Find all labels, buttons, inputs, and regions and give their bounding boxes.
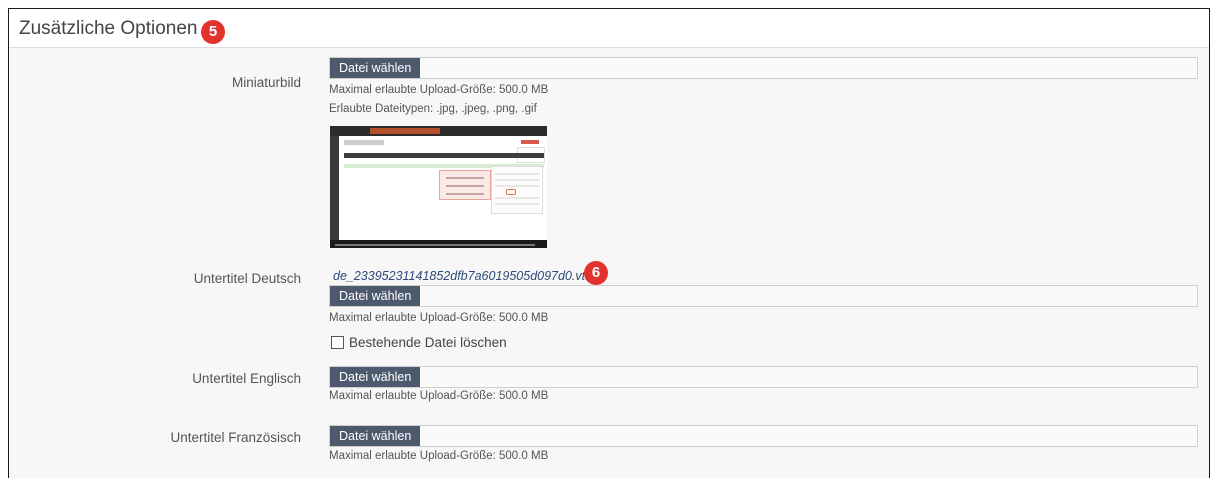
- subtitle-fr-choose-file-button[interactable]: Datei wählen: [330, 426, 421, 446]
- subtitle-en-label: Untertitel Englisch: [192, 371, 301, 386]
- section-title: Zusätzliche Optionen: [19, 18, 198, 39]
- subtitle-de-choose-file-button[interactable]: Datei wählen: [330, 286, 421, 306]
- subtitle-de-file-picker[interactable]: Datei wählen: [329, 285, 1198, 307]
- section-header: Zusätzliche Optionen 5: [9, 9, 1209, 48]
- subtitle-fr-label: Untertitel Französisch: [170, 430, 301, 445]
- additional-options-panel: Zusätzliche Optionen 5 Miniaturbild Date…: [8, 8, 1210, 478]
- delete-existing-file-checkbox[interactable]: [331, 336, 344, 349]
- thumbnail-file-types-hint: Erlaubte Dateitypen: .jpg, .jpeg, .png, …: [329, 103, 537, 115]
- subtitle-fr-file-picker[interactable]: Datei wählen: [329, 425, 1198, 447]
- subtitle-en-choose-file-button[interactable]: Datei wählen: [330, 367, 421, 387]
- thumbnail-max-size-hint: Maximal erlaubte Upload-Größe: 500.0 MB: [329, 84, 549, 96]
- thumbnail-label: Miniaturbild: [231, 75, 301, 90]
- subtitle-de-label: Untertitel Deutsch: [193, 271, 301, 286]
- step-badge-6: 6: [584, 261, 608, 285]
- subtitle-en-file-picker[interactable]: Datei wählen: [329, 366, 1198, 388]
- thumbnail-file-picker[interactable]: Datei wählen: [329, 57, 1198, 79]
- thumbnail-choose-file-button[interactable]: Datei wählen: [330, 58, 421, 78]
- thumbnail-preview-image: [330, 126, 547, 248]
- subtitle-de-current-file-link[interactable]: de_23395231141852dfb7a6019505d097d0.vtt: [333, 269, 589, 283]
- step-badge-5: 5: [201, 20, 225, 44]
- subtitle-de-max-size-hint: Maximal erlaubte Upload-Größe: 500.0 MB: [329, 312, 549, 324]
- delete-existing-file-label: Bestehende Datei löschen: [349, 335, 507, 350]
- subtitle-en-max-size-hint: Maximal erlaubte Upload-Größe: 500.0 MB: [329, 390, 549, 402]
- delete-existing-file-option[interactable]: Bestehende Datei löschen: [331, 335, 507, 350]
- subtitle-fr-max-size-hint: Maximal erlaubte Upload-Größe: 500.0 MB: [329, 450, 549, 462]
